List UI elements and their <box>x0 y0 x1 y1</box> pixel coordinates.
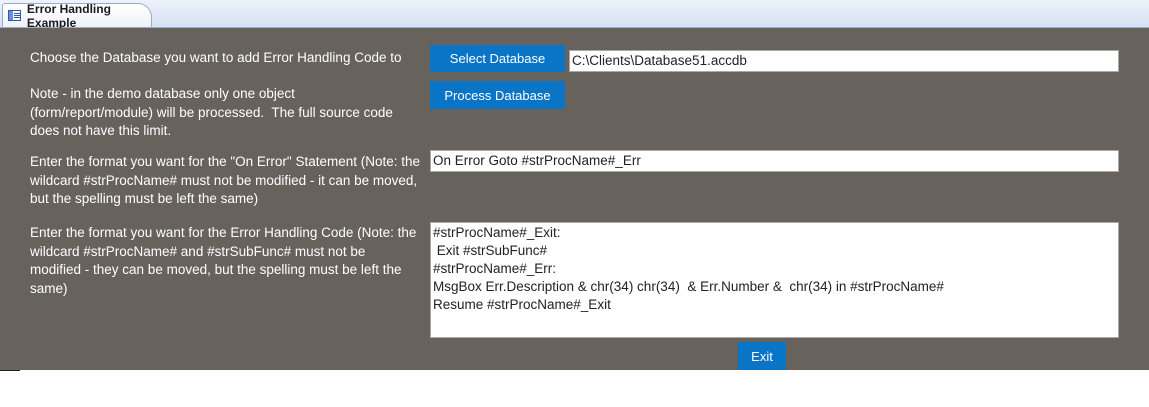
on-error-statement-field[interactable]: On Error Goto #strProcName#_Err <box>430 150 1119 172</box>
note-label: Note - in the demo database only one obj… <box>30 86 397 138</box>
choose-database-label: Choose the Database you want to add Erro… <box>30 50 402 65</box>
process-database-button[interactable]: Process Database <box>430 81 565 109</box>
error-handling-code-label: Enter the format you want for the Error … <box>30 225 421 296</box>
error-handling-code-field[interactable]: #strProcName#_Exit: Exit #strSubFunc# #s… <box>430 222 1119 338</box>
document-tab-strip: Error Handling Example <box>0 0 1149 30</box>
form-body: Choose the Database you want to add Erro… <box>0 28 1149 370</box>
select-database-button[interactable]: Select Database <box>430 45 565 72</box>
divider <box>0 370 20 371</box>
exit-button[interactable]: Exit <box>738 342 786 370</box>
on-error-format-label: Enter the format you want for the "On Er… <box>30 154 424 206</box>
form-icon <box>8 10 21 21</box>
tab-title: Error Handling Example <box>26 1 111 30</box>
database-path-field[interactable]: C:\Clients\Database51.accdb <box>569 50 1119 72</box>
document-tab[interactable]: Error Handling Example <box>2 1 152 30</box>
